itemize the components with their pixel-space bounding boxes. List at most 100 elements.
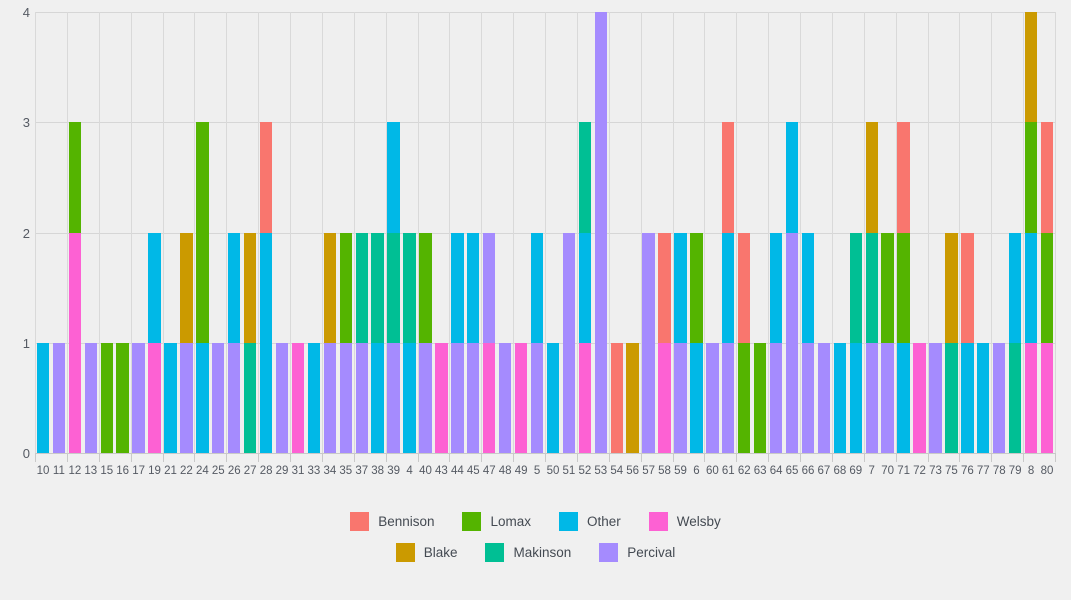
bar-segment[interactable]: [546, 342, 560, 453]
bar-stack[interactable]: [578, 122, 592, 453]
bar-segment[interactable]: [610, 342, 623, 453]
bar-segment[interactable]: [578, 232, 592, 343]
bar-stack[interactable]: [228, 232, 241, 453]
bar-stack[interactable]: [865, 122, 878, 453]
bar-segment[interactable]: [387, 122, 400, 233]
legend-item-percival[interactable]: Percival: [599, 543, 675, 562]
bar-stack[interactable]: [993, 342, 1006, 453]
bar-segment[interactable]: [785, 232, 799, 453]
bar-stack[interactable]: [562, 232, 576, 453]
bar-segment[interactable]: [259, 232, 273, 453]
bar-segment[interactable]: [961, 342, 974, 453]
bar-segment[interactable]: [180, 232, 193, 343]
bar-stack[interactable]: [626, 342, 639, 453]
bar-segment[interactable]: [467, 232, 480, 343]
bar-segment[interactable]: [674, 232, 687, 343]
bar-segment[interactable]: [1040, 342, 1054, 453]
bar-segment[interactable]: [929, 342, 942, 453]
bar-stack[interactable]: [642, 232, 655, 453]
bar-segment[interactable]: [849, 342, 862, 453]
bar-stack[interactable]: [36, 342, 50, 453]
bar-stack[interactable]: [546, 342, 560, 453]
bar-stack[interactable]: [833, 342, 847, 453]
bar-segment[interactable]: [483, 232, 496, 343]
bar-segment[interactable]: [865, 232, 878, 343]
bar-stack[interactable]: [961, 232, 974, 453]
bar-segment[interactable]: [993, 342, 1006, 453]
bar-segment[interactable]: [961, 232, 974, 343]
bar-stack[interactable]: [706, 342, 719, 453]
bar-segment[interactable]: [419, 342, 432, 453]
bar-stack[interactable]: [690, 232, 703, 453]
bar-segment[interactable]: [1008, 342, 1022, 453]
bar-segment[interactable]: [530, 232, 544, 343]
bar-segment[interactable]: [562, 232, 576, 343]
bar-stack[interactable]: [323, 232, 337, 453]
bar-segment[interactable]: [817, 342, 831, 453]
bar-stack[interactable]: [355, 232, 368, 453]
bar-segment[interactable]: [801, 232, 815, 343]
bar-stack[interactable]: [212, 342, 225, 453]
bar-segment[interactable]: [897, 122, 910, 233]
bar-segment[interactable]: [849, 232, 862, 343]
bar-segment[interactable]: [116, 342, 129, 453]
bar-segment[interactable]: [243, 342, 257, 453]
bar-stack[interactable]: [849, 232, 862, 453]
bar-segment[interactable]: [769, 342, 783, 453]
bar-segment[interactable]: [339, 232, 352, 343]
bar-segment[interactable]: [148, 232, 161, 343]
bar-segment[interactable]: [514, 342, 528, 453]
bar-segment[interactable]: [36, 342, 50, 453]
bar-stack[interactable]: [451, 232, 464, 453]
bar-segment[interactable]: [196, 342, 209, 453]
bar-segment[interactable]: [451, 342, 464, 453]
bar-segment[interactable]: [403, 342, 416, 453]
bar-segment[interactable]: [355, 342, 368, 453]
bar-stack[interactable]: [148, 232, 161, 453]
bar-stack[interactable]: [259, 122, 273, 453]
bar-segment[interactable]: [228, 232, 241, 343]
bar-stack[interactable]: [339, 232, 352, 453]
legend-item-bennison[interactable]: Bennison: [350, 512, 434, 531]
bar-segment[interactable]: [243, 232, 257, 343]
bar-stack[interactable]: [753, 342, 767, 453]
bar-segment[interactable]: [881, 232, 894, 343]
bar-segment[interactable]: [323, 342, 337, 453]
bar-segment[interactable]: [371, 232, 384, 343]
bar-segment[interactable]: [323, 232, 337, 343]
bar-stack[interactable]: [467, 232, 480, 453]
bar-stack[interactable]: [594, 12, 607, 453]
bar-segment[interactable]: [451, 232, 464, 343]
bar-segment[interactable]: [642, 232, 655, 453]
bar-segment[interactable]: [419, 232, 432, 343]
bar-stack[interactable]: [929, 342, 942, 453]
bar-segment[interactable]: [658, 342, 671, 453]
bar-segment[interactable]: [355, 232, 368, 343]
bar-stack[interactable]: [530, 232, 544, 453]
bar-segment[interactable]: [196, 122, 209, 343]
bar-segment[interactable]: [498, 342, 512, 453]
bar-segment[interactable]: [1024, 122, 1038, 233]
bar-stack[interactable]: [52, 342, 66, 453]
bar-segment[interactable]: [769, 232, 783, 343]
bar-segment[interactable]: [212, 342, 225, 453]
bar-stack[interactable]: [801, 232, 815, 453]
bar-stack[interactable]: [897, 122, 910, 453]
bar-stack[interactable]: [722, 122, 735, 453]
bar-segment[interactable]: [945, 342, 958, 453]
bar-segment[interactable]: [275, 342, 289, 453]
bar-segment[interactable]: [865, 342, 878, 453]
bar-stack[interactable]: [100, 342, 113, 453]
bar-segment[interactable]: [833, 342, 847, 453]
bar-stack[interactable]: [738, 232, 751, 453]
bar-segment[interactable]: [1008, 232, 1022, 343]
bar-segment[interactable]: [578, 342, 592, 453]
bar-segment[interactable]: [594, 12, 607, 453]
legend-item-welsby[interactable]: Welsby: [648, 512, 721, 531]
bar-segment[interactable]: [562, 342, 576, 453]
bar-stack[interactable]: [658, 232, 671, 453]
bar-segment[interactable]: [371, 342, 384, 453]
bar-stack[interactable]: [610, 342, 623, 453]
bar-stack[interactable]: [483, 232, 496, 453]
bar-segment[interactable]: [148, 342, 161, 453]
